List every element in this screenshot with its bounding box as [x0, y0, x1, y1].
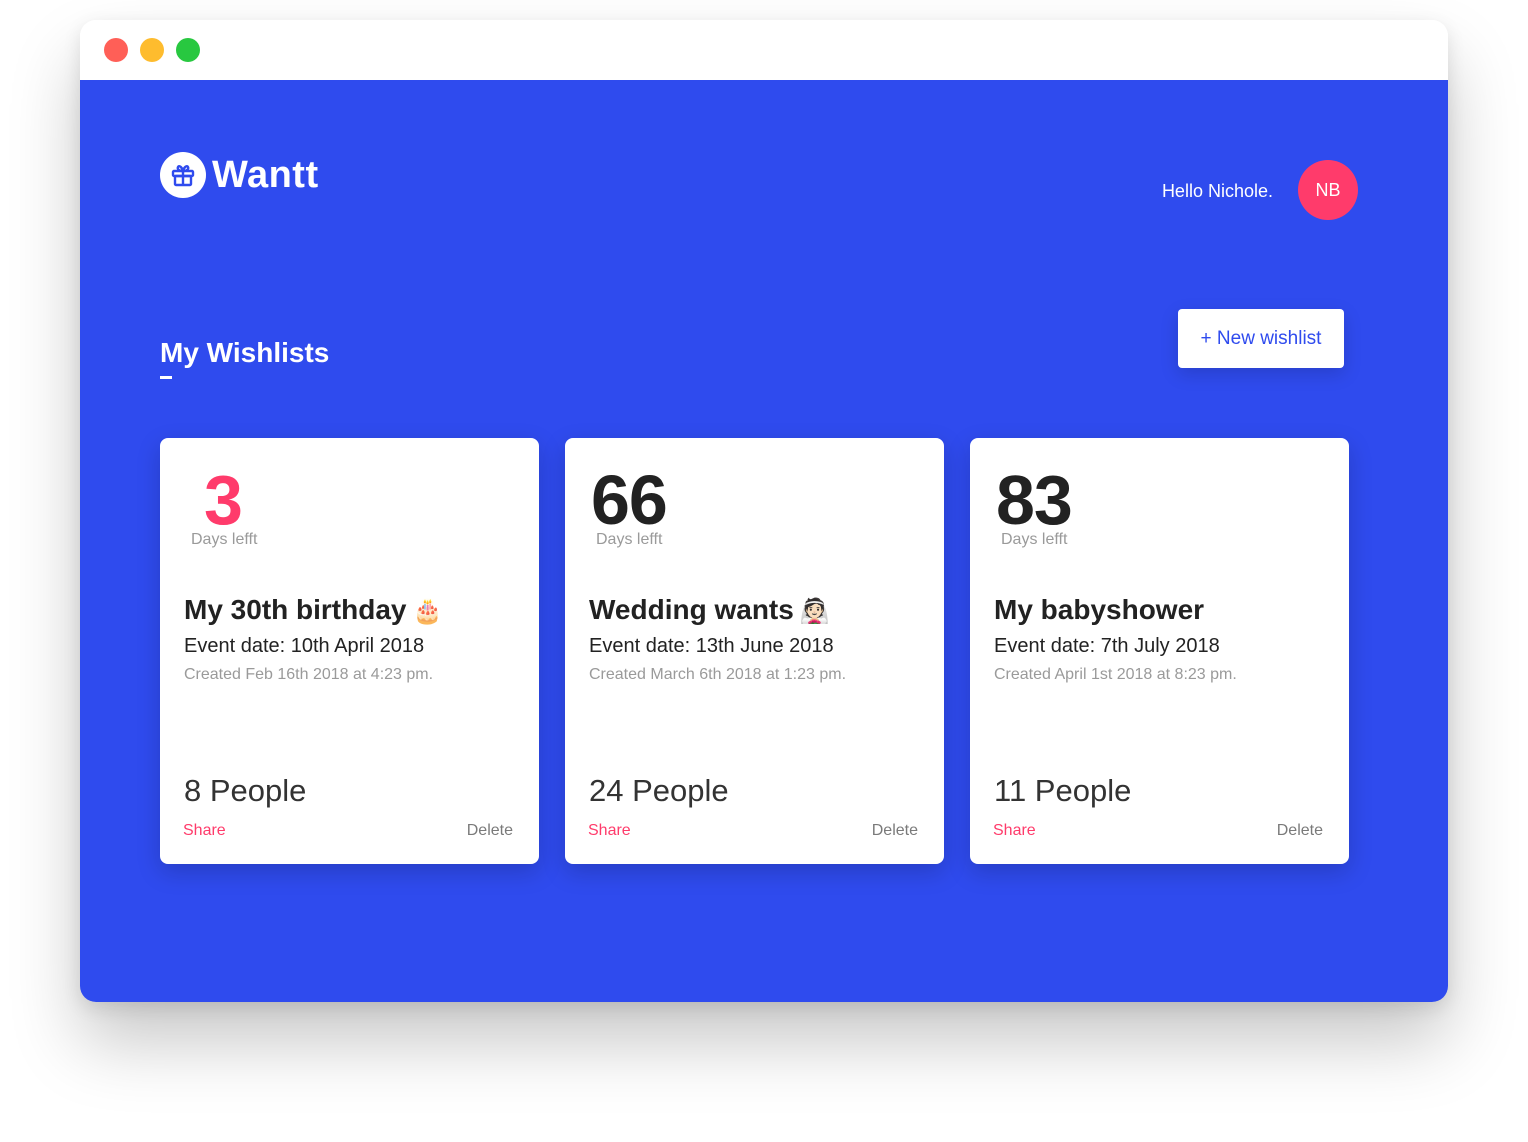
share-link[interactable]: Share	[588, 822, 631, 840]
bride-icon: 👰🏻	[799, 598, 830, 625]
page-title: My Wishlists	[160, 337, 330, 368]
wishlist-title-text: My babyshower	[994, 594, 1205, 625]
days-left-count: 3	[204, 461, 243, 539]
event-date: Event date: 10th April 2018	[184, 635, 425, 657]
days-left-count: 83	[996, 461, 1073, 539]
wishlist-title: My 30th birthday 🎂	[184, 594, 442, 626]
share-link[interactable]: Share	[183, 822, 226, 840]
minimize-icon[interactable]	[140, 38, 164, 62]
app-background: Wantt Hello Nichole. NB My Wishlists + N…	[80, 80, 1448, 1002]
window-titlebar	[80, 20, 1448, 80]
birthday-cake-icon: 🎂	[412, 598, 443, 625]
gift-icon	[160, 152, 206, 198]
close-icon[interactable]	[104, 38, 128, 62]
delete-link[interactable]: Delete	[872, 822, 918, 840]
wishlist-title: Wedding wants 👰🏻	[589, 594, 830, 626]
wishlist-title-text: Wedding wants	[589, 594, 794, 625]
days-left-count: 66	[591, 461, 668, 539]
wishlist-card[interactable]: 66 Days lefft Wedding wants 👰🏻 Event date…	[565, 438, 944, 864]
new-wishlist-button[interactable]: + New wishlist	[1178, 309, 1344, 368]
people-count: 11 People	[994, 773, 1132, 808]
share-link[interactable]: Share	[993, 822, 1036, 840]
zoom-icon[interactable]	[176, 38, 200, 62]
title-underline	[160, 376, 172, 379]
logo-text: Wantt	[212, 153, 319, 196]
people-count: 24 People	[589, 773, 729, 808]
delete-link[interactable]: Delete	[1277, 822, 1323, 840]
browser-window: Wantt Hello Nichole. NB My Wishlists + N…	[80, 20, 1448, 1002]
wishlist-title-text: My 30th birthday	[184, 594, 407, 625]
wishlist-card[interactable]: 83 Days lefft My babyshower Event date: …	[970, 438, 1349, 864]
greeting-text: Hello Nichole.	[1161, 181, 1273, 201]
logo[interactable]: Wantt	[160, 152, 319, 198]
avatar[interactable]: NB	[1298, 160, 1358, 220]
created-date: Created March 6th 2018 at 1:23 pm.	[589, 666, 847, 683]
wishlist-title: My babyshower	[994, 594, 1204, 626]
days-left-label: Days lefft	[191, 531, 258, 548]
created-date: Created Feb 16th 2018 at 4:23 pm.	[184, 666, 434, 683]
event-date: Event date: 7th July 2018	[994, 635, 1220, 657]
delete-link[interactable]: Delete	[467, 822, 513, 840]
days-left-label: Days lefft	[596, 531, 663, 548]
days-left-label: Days lefft	[1001, 531, 1068, 548]
event-date: Event date: 13th June 2018	[589, 635, 834, 657]
wishlist-card[interactable]: 3 Days lefft My 30th birthday 🎂 Event dat…	[160, 438, 539, 864]
people-count: 8 People	[184, 773, 307, 808]
created-date: Created April 1st 2018 at 8:23 pm.	[994, 666, 1237, 683]
